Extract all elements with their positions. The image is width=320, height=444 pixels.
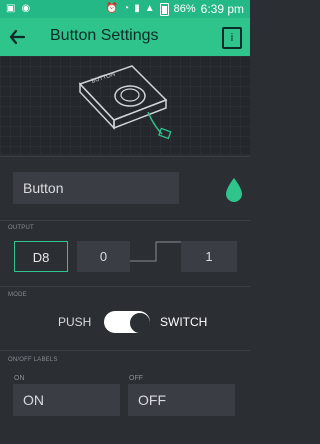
on-label-input[interactable]: ON <box>13 384 120 416</box>
signal-icon: ▲ <box>144 3 155 14</box>
labels-section-label: ON/OFF LABELS <box>8 357 58 363</box>
device-label: BUTTON <box>91 72 116 85</box>
sync-icon: ◉ <box>21 3 31 14</box>
low-value-input[interactable]: 0 <box>77 241 130 272</box>
switch-option-label[interactable]: SWITCH <box>160 315 207 329</box>
app-icon: ▣ <box>6 3 16 14</box>
mode-toggle-row: PUSH SWITCH <box>0 311 250 333</box>
sim-icon: ▮ <box>134 3 140 14</box>
status-bar: ▣ ◉ ⏰ ◔ ▮ ▲ 86% 6:39 pm <box>0 0 250 18</box>
mode-switch[interactable] <box>104 311 150 333</box>
clock: 6:39 pm <box>200 2 244 16</box>
battery-icon <box>159 2 169 16</box>
app-bar: Button Settings i <box>0 18 250 56</box>
color-drop-icon[interactable] <box>223 176 245 204</box>
back-arrow-icon[interactable] <box>8 26 26 48</box>
output-section-label: OUTPUT <box>8 225 34 231</box>
divider <box>0 220 250 221</box>
info-icon[interactable]: i <box>222 27 242 49</box>
divider <box>0 350 250 351</box>
off-caption: OFF <box>129 375 143 382</box>
off-label-input[interactable]: OFF <box>128 384 235 416</box>
divider <box>0 286 250 287</box>
divider <box>0 156 250 157</box>
wifi-icon: ◔ <box>123 3 130 14</box>
widget-name-input[interactable]: Button <box>13 172 179 204</box>
alarm-icon: ⏰ <box>105 3 119 14</box>
high-value-input[interactable]: 1 <box>181 241 237 272</box>
mode-section-label: MODE <box>8 292 27 298</box>
range-connector <box>130 241 181 262</box>
battery-percent: 86% <box>173 3 196 15</box>
page-title: Button Settings <box>50 27 159 44</box>
switch-knob <box>130 313 150 333</box>
push-option-label[interactable]: PUSH <box>58 315 91 329</box>
widget-preview-area: BUTTON <box>0 56 250 154</box>
pin-selector[interactable]: D8 <box>14 241 68 272</box>
button-device-illustration: BUTTON <box>78 65 172 140</box>
on-caption: ON <box>14 375 25 382</box>
